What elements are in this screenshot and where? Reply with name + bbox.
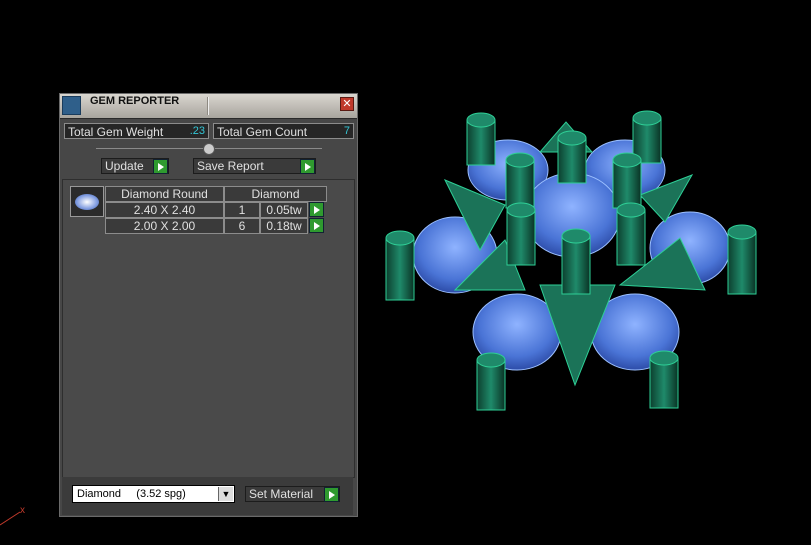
- table-header-material: Diamond: [224, 186, 327, 202]
- table-row-2-go-icon[interactable]: [309, 218, 324, 233]
- table-row-1-weight: 0.05tw: [260, 202, 308, 218]
- table-row-1-size: 2.40 X 2.40: [105, 202, 224, 218]
- update-button-label: Update: [105, 159, 144, 173]
- table-row-2-count: 6: [224, 218, 260, 234]
- update-go-icon[interactable]: [153, 159, 168, 174]
- material-select-value: Diamond (3.52 spg): [77, 488, 186, 500]
- collapse-handle-icon[interactable]: [203, 143, 215, 155]
- gem-reporter-panel: GEM REPORTER ✕ Total Gem Weight .23 Tota…: [59, 93, 358, 517]
- table-row-2-size: 2.00 X 2.00: [105, 218, 224, 234]
- set-material-go-icon[interactable]: [324, 487, 339, 502]
- total-gem-weight-field: Total Gem Weight .23: [64, 123, 209, 139]
- x-axis-label: x: [20, 505, 25, 516]
- save-report-button-label: Save Report: [197, 159, 264, 173]
- title-separator: [207, 97, 209, 115]
- set-material-button-label: Set Material: [249, 487, 314, 501]
- material-select[interactable]: Diamond (3.52 spg) ▼: [72, 485, 235, 503]
- total-gem-weight-label: Total Gem Weight: [68, 125, 164, 139]
- chevron-down-icon[interactable]: ▼: [218, 487, 233, 501]
- save-report-button[interactable]: Save Report: [193, 158, 316, 174]
- window-title: GEM REPORTER: [90, 95, 180, 107]
- table-row-2-weight: 0.18tw: [260, 218, 308, 234]
- total-gem-count-value: 7: [343, 125, 350, 137]
- ring-model[interactable]: [385, 110, 757, 411]
- total-gem-weight-value: .23: [189, 125, 205, 137]
- total-gem-count-label: Total Gem Count: [217, 125, 308, 139]
- save-report-go-icon[interactable]: [300, 159, 315, 174]
- close-button[interactable]: ✕: [340, 97, 354, 111]
- table-row-1-count: 1: [224, 202, 260, 218]
- table-row-1-go-icon[interactable]: [309, 202, 324, 217]
- gem-reporter-icon: [62, 96, 81, 115]
- table-header-shape: Diamond Round: [105, 186, 224, 202]
- update-button[interactable]: Update: [101, 158, 169, 174]
- set-material-button[interactable]: Set Material: [245, 486, 340, 502]
- gem-thumbnail-icon: [75, 194, 99, 210]
- total-gem-count-field: Total Gem Count 7: [213, 123, 354, 139]
- title-bar[interactable]: GEM REPORTER ✕: [60, 94, 357, 119]
- axis-gizmo: x: [0, 505, 25, 526]
- gem-thumbnail[interactable]: [70, 186, 104, 217]
